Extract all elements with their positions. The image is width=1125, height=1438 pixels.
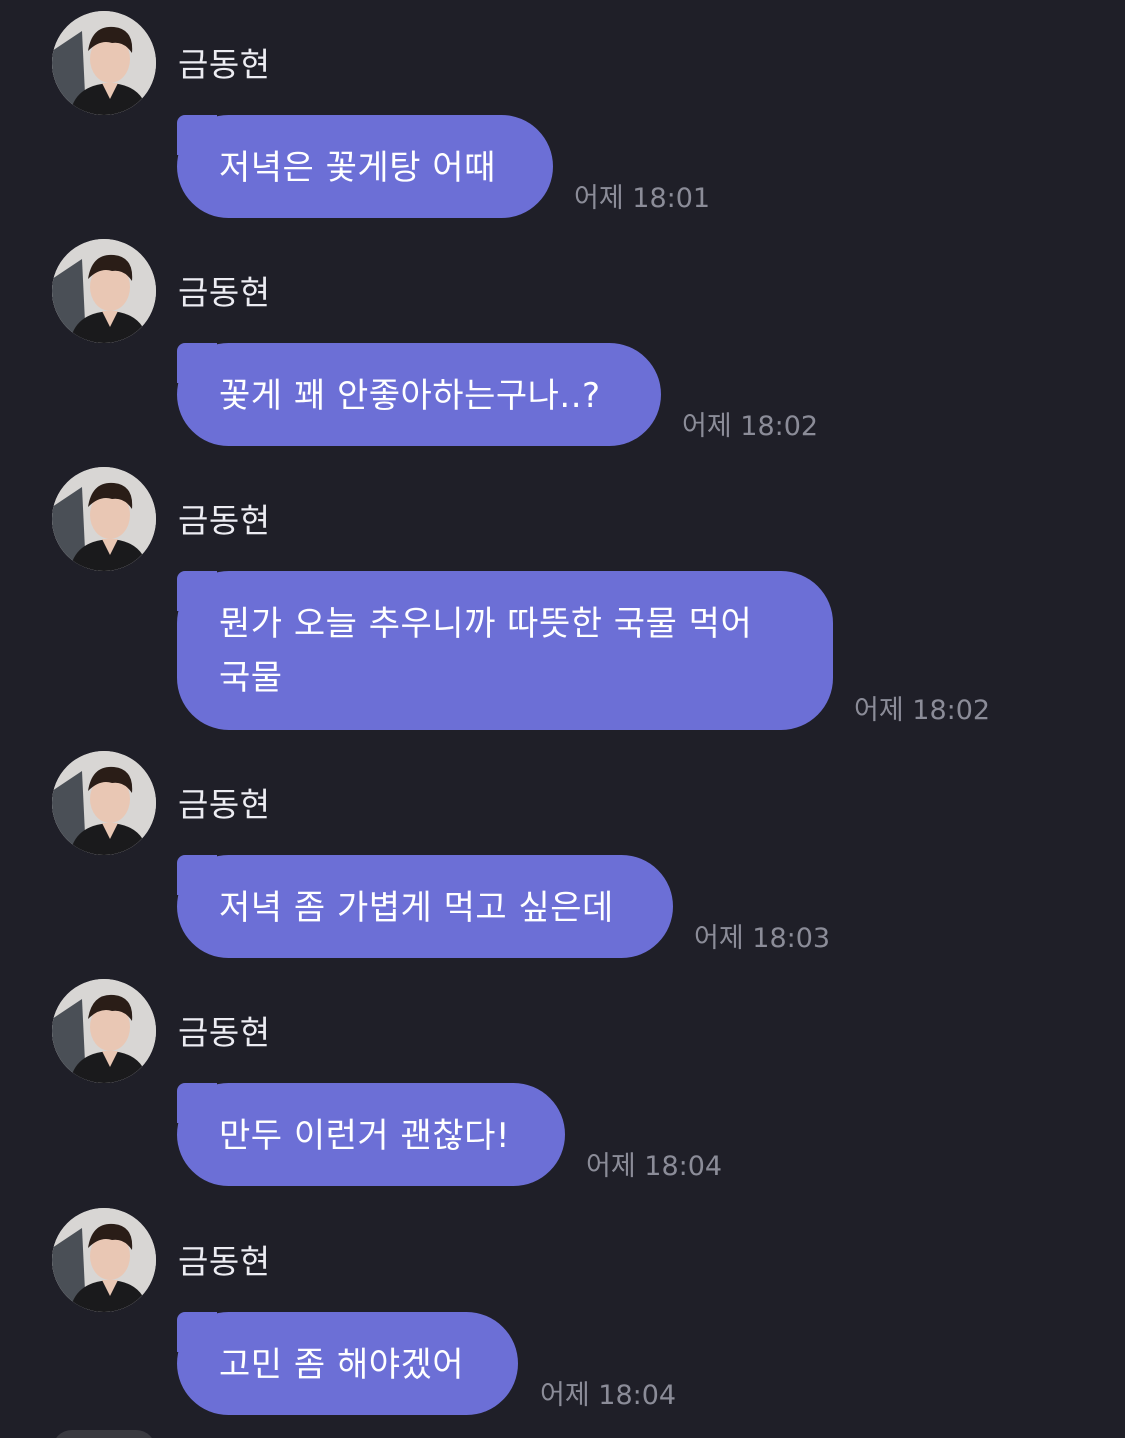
message-text: 저녁 좀 가볍게 먹고 싶은데: [219, 888, 614, 928]
chat-message: 금동현 꽃게 꽤 안좋아하는구나..? 어제 18:02: [0, 239, 1125, 449]
sender-name: 금동현: [178, 45, 271, 84]
profile-avatar[interactable]: [52, 979, 156, 1083]
message-timestamp: 어제 18:04: [586, 1151, 723, 1182]
message-text: 꽃게 꽤 안좋아하는구나..?: [219, 376, 601, 416]
message-timestamp: 어제 18:02: [682, 411, 819, 442]
chat-message: 금동현 만두 이런거 괜찮다! 어제 18:04: [0, 979, 1125, 1189]
profile-avatar[interactable]: [52, 239, 156, 343]
sender-name: 금동현: [178, 501, 271, 540]
message-bubble[interactable]: 고민 좀 해야겠어: [177, 1312, 518, 1415]
message-text-line: 국물: [219, 658, 283, 698]
message-bubble[interactable]: 저녁은 꽃게탕 어때: [177, 115, 553, 218]
message-bubble[interactable]: 저녁 좀 가볍게 먹고 싶은데: [177, 855, 673, 958]
message-bubble[interactable]: 만두 이런거 괜찮다!: [177, 1083, 565, 1186]
sender-name: 금동현: [178, 785, 271, 824]
chat-screen[interactable]: 금동현 저녁은 꽃게탕 어때 어제 18:01 금동현 꽃게 꽤 안좋아하는구나…: [0, 0, 1125, 1438]
message-timestamp: 어제 18:01: [574, 183, 711, 214]
message-text: 만두 이런거 괜찮다!: [219, 1116, 510, 1156]
message-text: 저녁은 꽃게탕 어때: [219, 148, 496, 188]
profile-avatar[interactable]: [52, 467, 156, 571]
next-message-avatar: [52, 1430, 156, 1438]
message-timestamp: 어제 18:03: [694, 923, 831, 954]
sender-name: 금동현: [178, 273, 271, 312]
chat-message: 금동현 뭔가 오늘 추우니까 따뜻한 국물 먹어 국물 어제 18:02: [0, 467, 1125, 737]
message-timestamp: 어제 18:02: [854, 695, 991, 726]
sender-name: 금동현: [178, 1013, 271, 1052]
message-bubble[interactable]: 뭔가 오늘 추우니까 따뜻한 국물 먹어 국물: [177, 571, 833, 730]
chat-message: 금동현 고민 좀 해야겠어 어제 18:04: [0, 1208, 1125, 1418]
chat-message: 금동현 저녁 좀 가볍게 먹고 싶은데 어제 18:03: [0, 751, 1125, 961]
profile-avatar[interactable]: [52, 1208, 156, 1312]
message-text-line: 뭔가 오늘 추우니까 따뜻한 국물 먹어: [219, 604, 753, 644]
message-text: 고민 좀 해야겠어: [219, 1345, 465, 1385]
profile-avatar[interactable]: [52, 11, 156, 115]
profile-avatar[interactable]: [52, 751, 156, 855]
message-timestamp: 어제 18:04: [540, 1380, 677, 1411]
message-bubble[interactable]: 꽃게 꽤 안좋아하는구나..?: [177, 343, 661, 446]
chat-message: 금동현 저녁은 꽃게탕 어때 어제 18:01: [0, 11, 1125, 221]
sender-name: 금동현: [178, 1242, 271, 1281]
